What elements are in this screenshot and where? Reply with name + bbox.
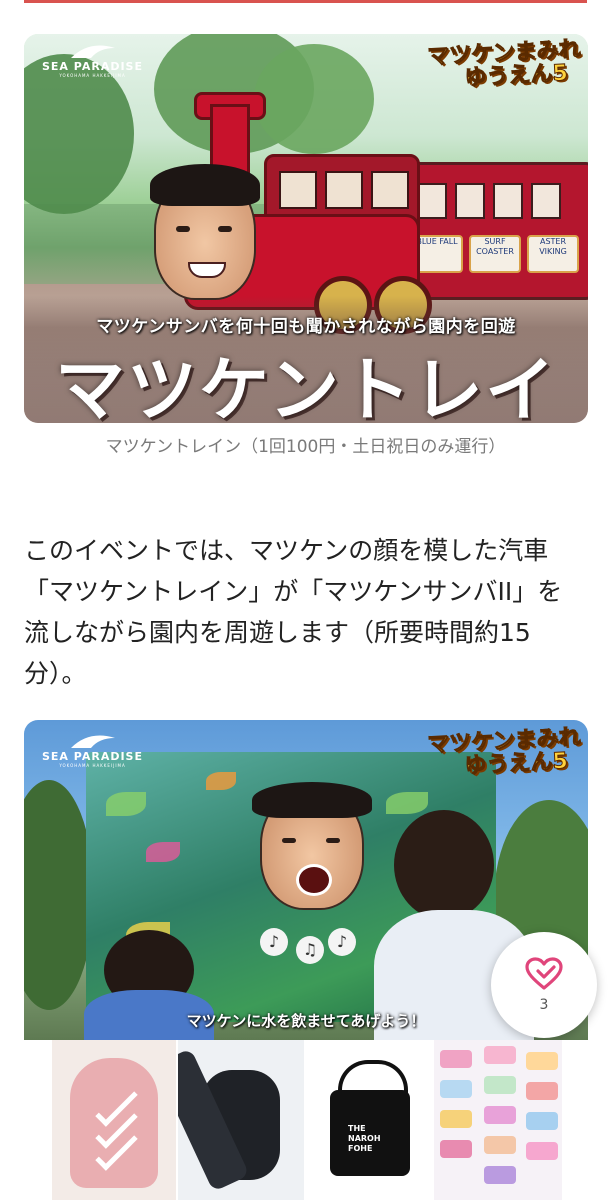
face-mouth bbox=[296, 864, 332, 896]
accessory bbox=[440, 1050, 472, 1068]
brand-sub: YOKOHAMA HAKKEIJIMA bbox=[59, 763, 126, 768]
bag-handle bbox=[338, 1060, 408, 1104]
cab-window bbox=[371, 171, 409, 209]
ad-item-posture-brace[interactable] bbox=[52, 1040, 176, 1200]
fin-icon bbox=[70, 735, 115, 748]
heart-icon bbox=[525, 957, 563, 990]
accessory-rack bbox=[522, 1040, 562, 1200]
accessory-rack bbox=[480, 1040, 520, 1200]
coach-window bbox=[493, 183, 523, 219]
shoulder-bag-image: THE NAROH FOHE bbox=[330, 1060, 410, 1176]
tree bbox=[24, 780, 94, 1010]
accessory bbox=[484, 1076, 516, 1094]
article-paragraph: このイベントでは、マツケンの顔を模した汽車「マツケントレイン」が「マツケンサンバ… bbox=[24, 536, 563, 688]
ad-item-sling-bag[interactable] bbox=[178, 1040, 304, 1200]
face-eye bbox=[282, 838, 296, 843]
sling-bag-image bbox=[178, 1048, 280, 1192]
cab-window bbox=[325, 171, 363, 209]
coach-sign: SURF COASTER bbox=[469, 235, 521, 273]
accessory bbox=[526, 1082, 558, 1100]
accessory bbox=[484, 1166, 516, 1184]
image-caption: マツケントレイン（1回100円・土日祝日のみ運行） bbox=[105, 437, 506, 457]
accessory bbox=[440, 1140, 472, 1158]
article-image-train[interactable]: BLUE FALL SURF COASTER ASTER VIKING SEA … bbox=[24, 34, 588, 423]
cab-window bbox=[279, 171, 317, 209]
matsuken-face bbox=[150, 164, 260, 300]
accessory bbox=[484, 1136, 516, 1154]
accessory-rack bbox=[436, 1040, 476, 1200]
leaf-decor bbox=[206, 772, 236, 790]
coach-window bbox=[455, 183, 485, 219]
top-divider bbox=[24, 0, 587, 3]
accessory bbox=[440, 1080, 472, 1098]
leaf-decor bbox=[106, 792, 146, 816]
like-count: 3 bbox=[539, 997, 549, 1013]
accessory bbox=[440, 1110, 472, 1128]
face-eye bbox=[218, 226, 232, 232]
accessory bbox=[526, 1142, 558, 1160]
sea-paradise-logo: SEA PARADISE YOKOHAMA HAKKEIJIMA bbox=[42, 42, 143, 78]
face-mouth bbox=[188, 262, 226, 278]
ad-item-shoulder-bag[interactable]: THE NAROH FOHE bbox=[306, 1040, 432, 1200]
brand-name: SEA PARADISE bbox=[42, 60, 143, 73]
visitor-hair bbox=[394, 810, 494, 920]
accessory bbox=[526, 1112, 558, 1130]
fin-icon bbox=[70, 45, 115, 58]
event-logo: マツケンまみれ ゆうえん5 bbox=[426, 725, 583, 780]
bag-strap bbox=[178, 1048, 250, 1192]
music-note-icon: ♪ bbox=[260, 928, 288, 956]
overlay-title: マツケントレイン bbox=[55, 349, 557, 423]
coach-sign: ASTER VIKING bbox=[527, 235, 579, 273]
leaf-decor bbox=[386, 792, 428, 814]
sea-paradise-logo: SEA PARADISE YOKOHAMA HAKKEIJIMA bbox=[42, 732, 143, 768]
palm-tree bbox=[254, 44, 374, 154]
ad-item-hair-accessories[interactable] bbox=[434, 1040, 562, 1200]
accessory bbox=[484, 1046, 516, 1064]
brace-image bbox=[70, 1058, 158, 1188]
bag-brand-label: THE NAROH FOHE bbox=[348, 1124, 381, 1153]
face-eye bbox=[326, 838, 340, 843]
like-button[interactable]: 3 bbox=[491, 932, 597, 1038]
face-hair bbox=[252, 782, 372, 818]
leaf-decor bbox=[146, 842, 180, 862]
music-note-icon: ♫ bbox=[296, 936, 324, 964]
face-hair bbox=[150, 164, 260, 206]
accessory bbox=[526, 1052, 558, 1070]
coach-window bbox=[531, 183, 561, 219]
train-coach: BLUE FALL SURF COASTER ASTER VIKING bbox=[404, 162, 588, 300]
brand-sub: YOKOHAMA HAKKEIJIMA bbox=[59, 73, 126, 78]
music-note-icon: ♪ bbox=[328, 928, 356, 956]
face-eye bbox=[176, 226, 190, 232]
ad-banner[interactable]: THE NAROH FOHE bbox=[0, 1040, 611, 1200]
accessory bbox=[484, 1106, 516, 1124]
matsuken-face bbox=[252, 782, 372, 910]
event-logo: マツケンまみれ ゆうえん5 bbox=[426, 37, 583, 92]
brand-name: SEA PARADISE bbox=[42, 750, 143, 763]
